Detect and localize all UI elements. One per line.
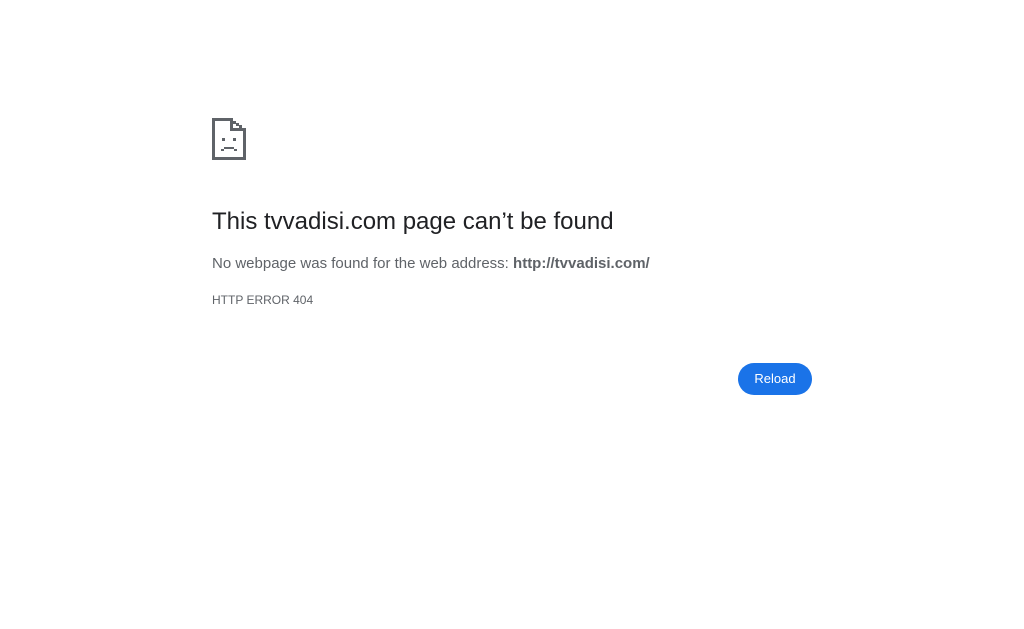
reload-button[interactable]: Reload — [738, 363, 812, 395]
error-summary: No webpage was found for the web address… — [212, 255, 650, 273]
summary-url: http://tvvadisi.com/ — [513, 255, 650, 272]
summary-text: No webpage was found for the web address… — [212, 255, 514, 272]
page-title: This tvvadisi.com page can’t be found — [212, 208, 614, 235]
sad-document-icon — [212, 118, 246, 160]
error-page: This tvvadisi.com page can’t be found No… — [0, 0, 1024, 629]
error-content: This tvvadisi.com page can’t be found No… — [212, 116, 812, 307]
error-code: HTTP ERROR 404 — [212, 293, 314, 307]
